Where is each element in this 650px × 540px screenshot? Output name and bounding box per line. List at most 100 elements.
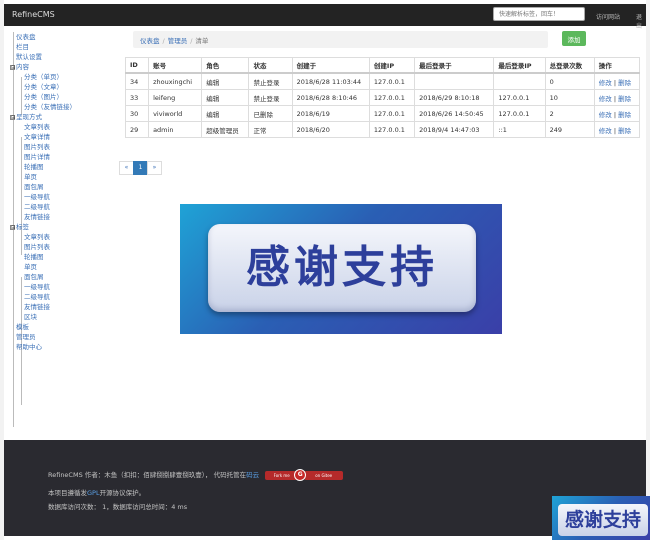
cell-role: 编辑 — [201, 89, 250, 106]
sidebar-item[interactable]: 单页 — [10, 262, 116, 272]
delete-link[interactable]: 删除 — [618, 127, 631, 135]
sidebar-item[interactable]: 区块 — [10, 312, 116, 322]
thanks-banner: 感谢支持 — [180, 204, 502, 334]
cell-status: 正常 — [248, 121, 293, 138]
sidebar-item-label: 面包屑 — [24, 273, 44, 281]
sidebar-item[interactable]: 轮播图 — [10, 162, 116, 172]
sidebar-item-label: 区块 — [24, 313, 37, 321]
cell-last-login — [414, 72, 495, 90]
gitee-link[interactable]: 码云 — [246, 471, 259, 479]
cell-last-login: 2018/6/26 14:50:45 — [414, 105, 495, 122]
sidebar-item[interactable]: 轮播图 — [10, 252, 116, 262]
sidebar-item[interactable]: 栏目 — [10, 42, 116, 52]
collapse-toggle-icon[interactable]: ⊟ — [10, 224, 15, 230]
sidebar-item[interactable]: 分类（单页） — [10, 72, 116, 82]
sidebar-item[interactable]: 模板 — [10, 322, 116, 332]
sidebar-item-label: 轮播图 — [24, 163, 44, 171]
cell-created-ip: 127.0.0.1 — [368, 89, 416, 106]
sidebar-item-label: 轮播图 — [24, 253, 44, 261]
sidebar-item[interactable]: 文章详情 — [10, 132, 116, 142]
tag-search-input[interactable] — [493, 7, 585, 21]
sidebar-item[interactable]: 分类（友情链接） — [10, 102, 116, 112]
footer-license-prefix: 本项目遵循发 — [48, 489, 87, 497]
col-header-created-ip: 创建IP — [368, 57, 416, 74]
sidebar-item[interactable]: 分类（图片） — [10, 92, 116, 102]
pagination-next[interactable]: » — [147, 161, 162, 175]
edit-link[interactable]: 修改 — [599, 79, 612, 87]
sidebar-item-label: 文章列表 — [24, 233, 50, 241]
visit-site-link[interactable]: 访问网站 — [596, 12, 620, 21]
logout-link[interactable]: 退出 — [636, 12, 646, 30]
breadcrumb-dashboard[interactable]: 仪表盘 — [140, 37, 160, 45]
footer-db-stats: 数据库访问次数： 1，数据库访问总时间：4 ms — [48, 503, 188, 511]
gpl-link[interactable]: GPL — [87, 489, 100, 497]
sidebar-item[interactable]: 仪表盘 — [10, 32, 116, 42]
sidebar-item[interactable]: 面包屑 — [10, 272, 116, 282]
cell-actions: 修改 | 删除 — [593, 89, 641, 106]
sidebar-item[interactable]: 分类（文章） — [10, 82, 116, 92]
sidebar-item[interactable]: 面包屑 — [10, 182, 116, 192]
sidebar-item[interactable]: 友情链接 — [10, 302, 116, 312]
corner-thanks-thumbnail: 感谢支持 — [552, 496, 650, 540]
breadcrumb-admins[interactable]: 管理员 — [168, 37, 188, 45]
cell-role: 编辑 — [201, 72, 250, 90]
thanks-banner-text: 感谢支持 — [246, 242, 438, 293]
breadcrumb-current: 清单 — [195, 37, 209, 45]
sidebar-item-label: 内容 — [16, 63, 29, 71]
sidebar-item[interactable]: ⊟呈现方式 — [10, 112, 116, 122]
sidebar-item[interactable]: 图片详情 — [10, 152, 116, 162]
sidebar-item[interactable]: 文章列表 — [10, 232, 116, 242]
sidebar-item[interactable]: 文章列表 — [10, 122, 116, 132]
sidebar-item[interactable]: 帮助中心 — [10, 342, 116, 352]
cell-account: zhouxingchi — [148, 72, 203, 90]
cell-role: 编辑 — [201, 105, 250, 122]
sidebar-item-label: 帮助中心 — [16, 343, 42, 351]
sidebar-item-label: 呈现方式 — [16, 113, 42, 121]
cell-last-ip: 127.0.0.1 — [493, 105, 546, 122]
breadcrumb-separator: / — [190, 37, 193, 45]
sidebar-item[interactable]: 图片列表 — [10, 242, 116, 252]
pagination-prev[interactable]: « — [119, 161, 134, 175]
sidebar-item[interactable]: ⊟标签 — [10, 222, 116, 232]
sidebar-item[interactable]: 图片列表 — [10, 142, 116, 152]
cell-last-ip: 127.0.0.1 — [493, 89, 546, 106]
sidebar-item-label: 二级导航 — [24, 203, 50, 211]
breadcrumb-bar: 仪表盘 / 管理员 / 清单 — [133, 31, 548, 48]
cell-role: 超级管理员 — [201, 121, 250, 138]
sidebar-item[interactable]: 单页 — [10, 172, 116, 182]
sidebar-item[interactable]: 友情链接 — [10, 212, 116, 222]
footer-license-suffix: 开源协议保护。 — [99, 489, 146, 497]
sidebar-item-label: 图片列表 — [24, 243, 50, 251]
sidebar-item[interactable]: 二级导航 — [10, 292, 116, 302]
cell-login-count: 249 — [544, 121, 595, 138]
cell-login-count: 2 — [544, 105, 595, 122]
col-header-login-count: 总登录次数 — [544, 57, 595, 74]
collapse-toggle-icon[interactable]: ⊟ — [10, 64, 15, 70]
sidebar-item-label: 标签 — [16, 223, 29, 231]
pagination: « 1 » — [119, 161, 162, 175]
sidebar-item[interactable]: ⊟内容 — [10, 62, 116, 72]
sidebar-item[interactable]: 一级导航 — [10, 192, 116, 202]
pagination-page-1[interactable]: 1 — [133, 161, 148, 175]
top-navbar: RefineCMS 访问网站 退出 — [4, 4, 646, 30]
sidebar-item[interactable]: 一级导航 — [10, 282, 116, 292]
sidebar-tree: 仪表盘 栏目 默认设置 ⊟内容 分类（单页） 分类（文章） 分类（图片） 分类（友情链接） ⊟呈… — [10, 32, 116, 427]
cell-created: 2018/6/28 8:10:46 — [291, 89, 370, 106]
sidebar-item-label: 二级导航 — [24, 293, 50, 301]
delete-link[interactable]: 删除 — [618, 79, 631, 87]
sidebar-item[interactable]: 默认设置 — [10, 52, 116, 62]
add-button[interactable]: 添加 — [562, 31, 586, 46]
delete-link[interactable]: 删除 — [618, 95, 631, 103]
sidebar-item[interactable]: 管理员 — [10, 332, 116, 342]
sidebar-item[interactable]: 二级导航 — [10, 202, 116, 212]
edit-link[interactable]: 修改 — [599, 95, 612, 103]
edit-link[interactable]: 修改 — [599, 127, 612, 135]
collapse-toggle-icon[interactable]: ⊟ — [10, 114, 15, 120]
delete-link[interactable]: 删除 — [618, 111, 631, 119]
admin-table: ID 账号 角色 状态 创建于 创建IP 最后登录于 最后登录IP 总登录次数 … — [124, 57, 641, 138]
edit-link[interactable]: 修改 — [599, 111, 612, 119]
fork-me-badge-right: on Gitee — [304, 470, 344, 480]
brand-logo[interactable]: RefineCMS — [12, 10, 55, 19]
fork-me-badge[interactable]: Fork me on Gitee G — [265, 468, 344, 481]
sidebar-item-label: 分类（文章） — [24, 83, 63, 91]
